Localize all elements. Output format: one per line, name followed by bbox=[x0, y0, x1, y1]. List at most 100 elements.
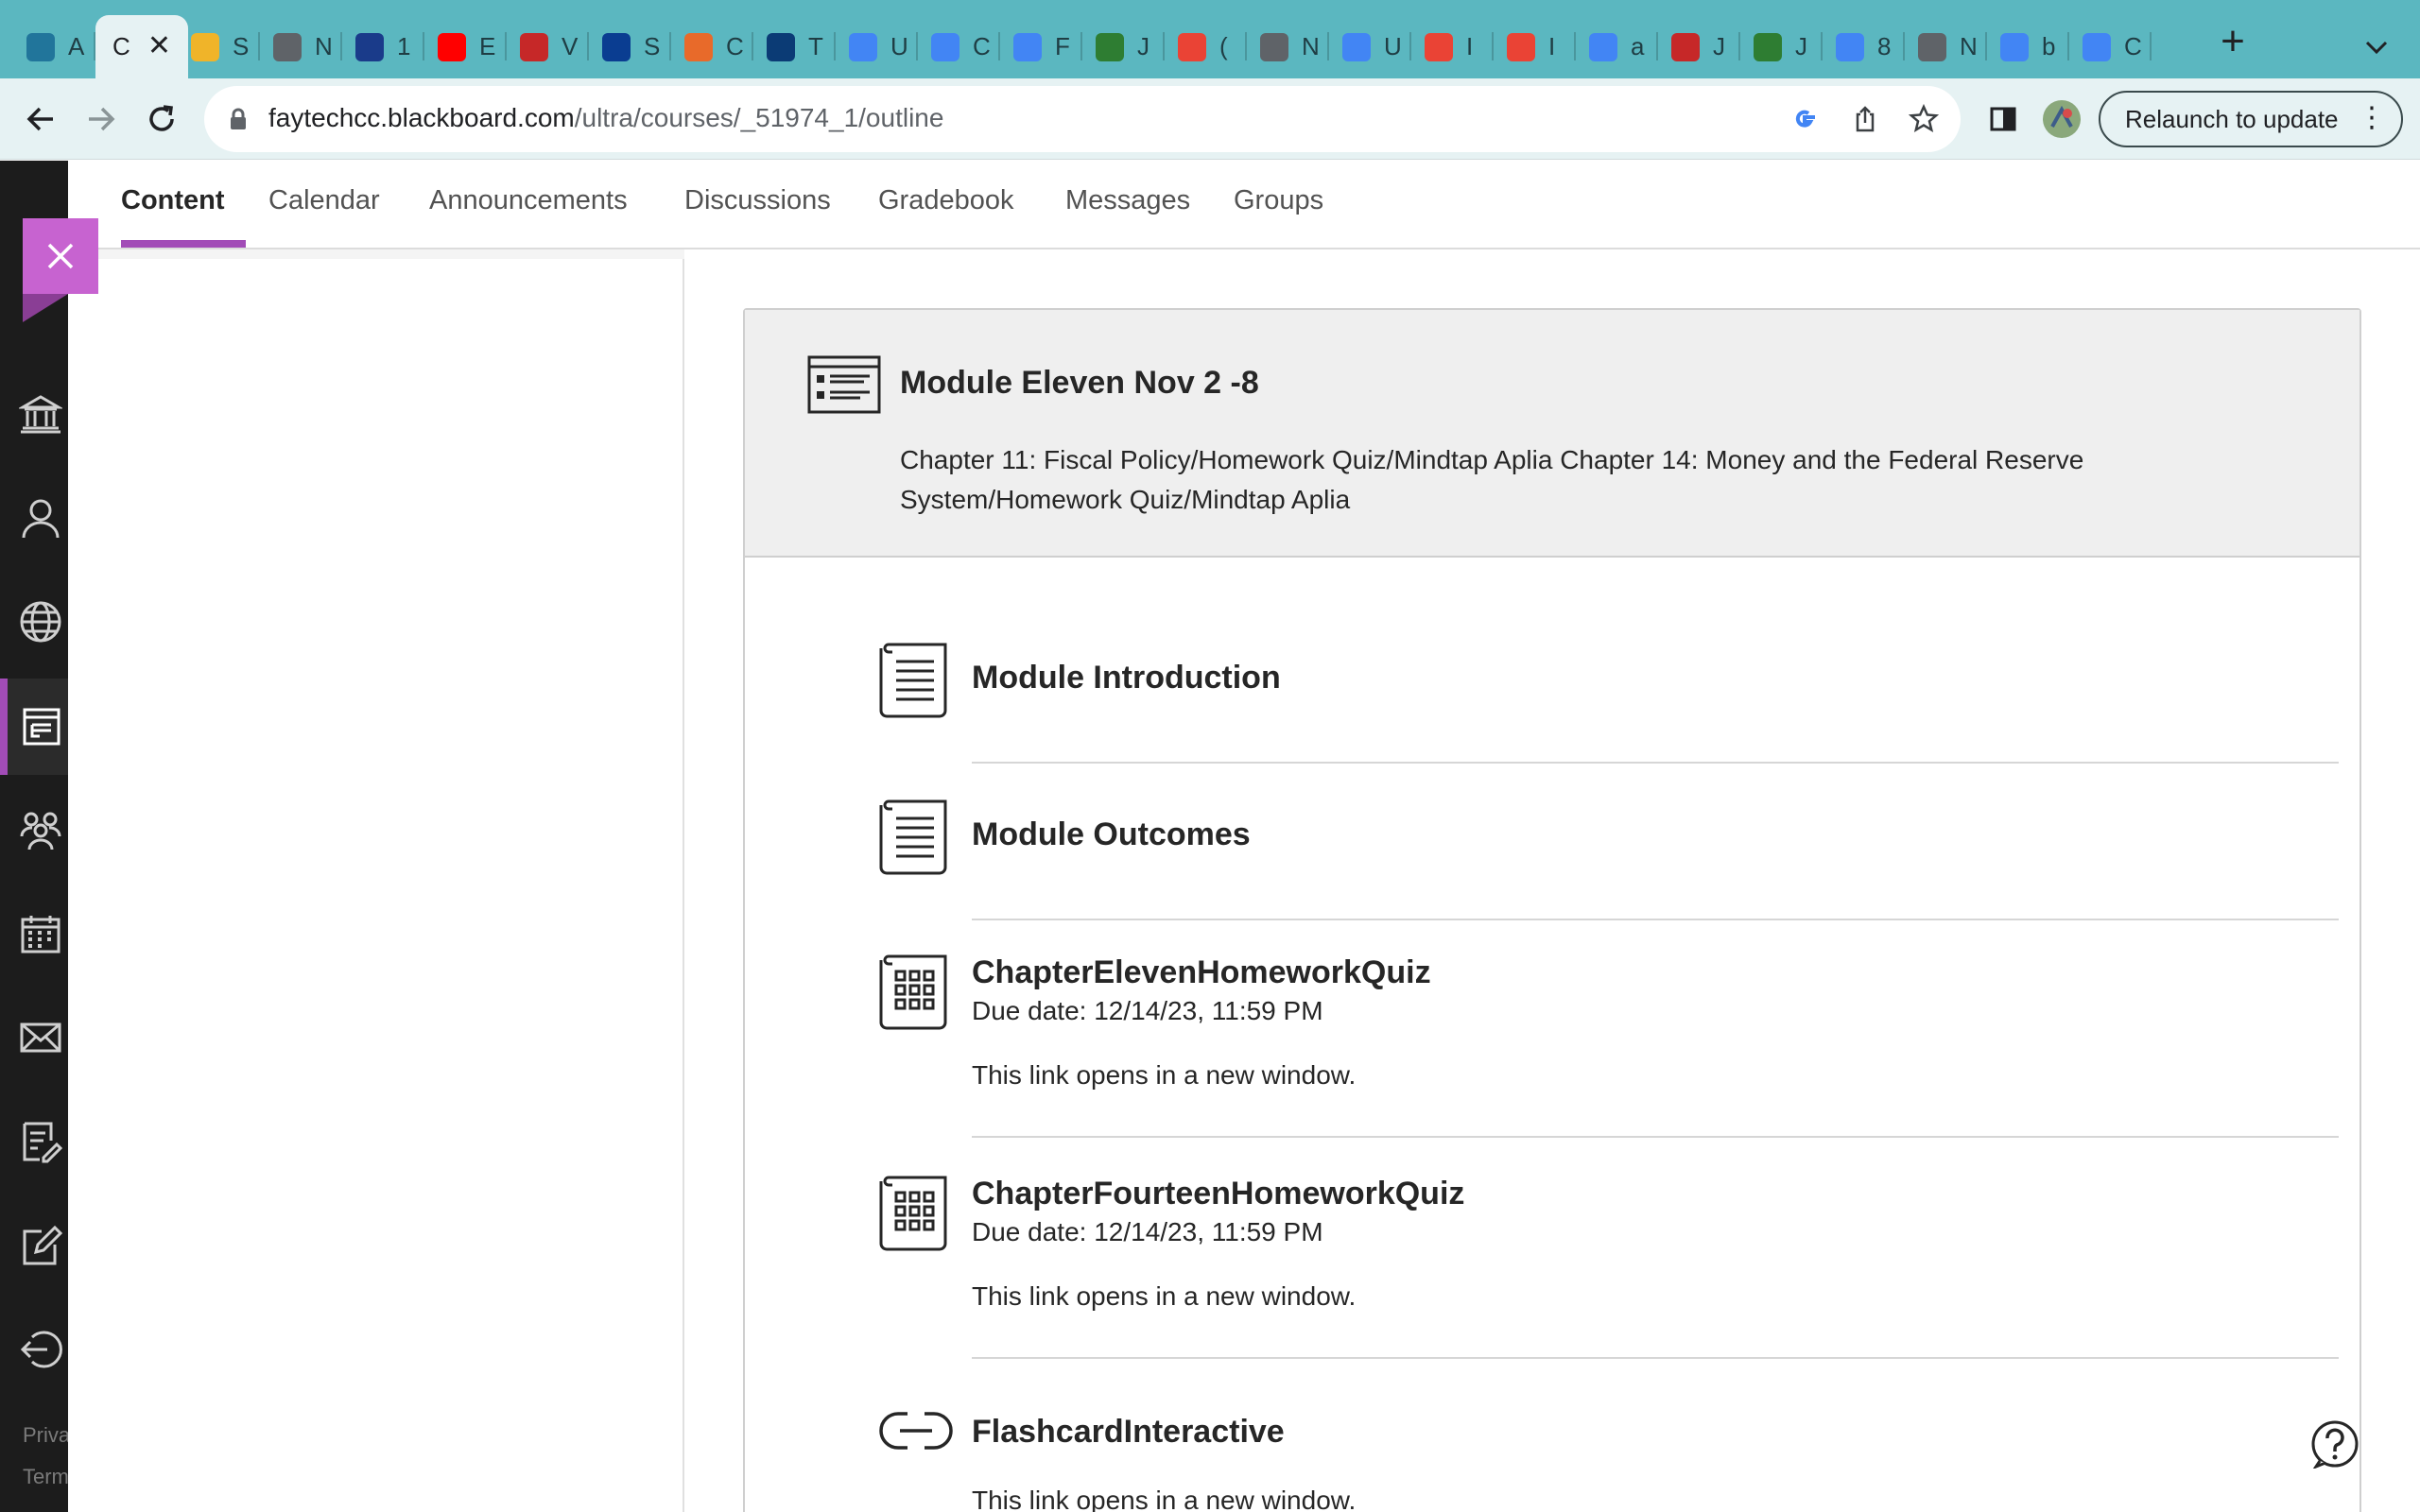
browser-tab[interactable]: 8 bbox=[1823, 15, 1905, 78]
globe-icon[interactable] bbox=[17, 595, 64, 648]
browser-tab[interactable]: C bbox=[2069, 15, 2152, 78]
forward-button[interactable] bbox=[78, 95, 125, 143]
browser-tab[interactable]: I bbox=[1411, 15, 1494, 78]
new-tab-button[interactable]: + bbox=[2212, 21, 2254, 64]
course-details-pane bbox=[68, 249, 684, 1512]
docs-icon bbox=[849, 32, 877, 61]
reload-icon bbox=[149, 105, 174, 131]
gmail-icon bbox=[1425, 32, 1453, 61]
profile-avatar[interactable] bbox=[2038, 95, 2085, 143]
tab-announcements[interactable]: Announcements bbox=[429, 185, 628, 216]
tab-discussions[interactable]: Discussions bbox=[684, 185, 831, 216]
ftcc-icon bbox=[191, 32, 219, 61]
browser-tab[interactable]: N bbox=[1247, 15, 1329, 78]
browser-tab[interactable]: a bbox=[1576, 15, 1658, 78]
institution-icon[interactable] bbox=[17, 387, 64, 440]
docs-icon bbox=[1013, 32, 1042, 61]
item-title[interactable]: Module Outcomes bbox=[972, 816, 1251, 853]
browser-tab[interactable]: J bbox=[1658, 15, 1740, 78]
browser-tab[interactable]: V bbox=[507, 15, 589, 78]
browser-tab[interactable]: C bbox=[918, 15, 1000, 78]
course-navigation: Content Calendar Announcements Discussio… bbox=[68, 161, 2420, 249]
groups-icon[interactable] bbox=[17, 803, 64, 856]
side-panel-icon bbox=[1990, 107, 2016, 131]
relaunch-to-update-button[interactable]: Relaunch to update ⋮ bbox=[2099, 91, 2403, 147]
browser-tab[interactable]: N bbox=[260, 15, 342, 78]
url-text: faytechcc.blackboard.com/ultra/courses/_… bbox=[268, 103, 943, 133]
flag-icon bbox=[1754, 32, 1782, 61]
tab-search-chevron-icon[interactable] bbox=[2358, 28, 2395, 66]
reload-button[interactable] bbox=[138, 95, 185, 143]
tab-calendar[interactable]: Calendar bbox=[268, 185, 380, 216]
browser-tab[interactable]: E bbox=[424, 15, 507, 78]
flag-icon bbox=[1096, 32, 1124, 61]
item-title[interactable]: Module Introduction bbox=[972, 660, 1281, 696]
browser-tab[interactable]: N bbox=[1905, 15, 1987, 78]
browser-tab[interactable]: J bbox=[1740, 15, 1823, 78]
browser-tab[interactable]: F bbox=[1000, 15, 1082, 78]
item-title[interactable]: FlashcardInteractive bbox=[972, 1414, 1285, 1451]
tab-gradebook[interactable]: Gradebook bbox=[878, 185, 1014, 216]
browser-toolbar: faytechcc.blackboard.com/ultra/courses/_… bbox=[0, 78, 2420, 160]
browser-tab[interactable]: A bbox=[13, 15, 95, 78]
module-title[interactable]: Module Eleven Nov 2 -8 bbox=[900, 365, 1259, 402]
close-course-button[interactable] bbox=[23, 218, 98, 322]
browser-tab[interactable]: C bbox=[671, 15, 753, 78]
browser-tab[interactable]: C ✕ bbox=[95, 15, 188, 78]
messages-icon[interactable] bbox=[17, 1011, 64, 1064]
tab-messages[interactable]: Messages bbox=[1065, 185, 1190, 216]
browser-tab[interactable]: T bbox=[753, 15, 836, 78]
stack-icon bbox=[520, 32, 548, 61]
browser-tab[interactable]: ( bbox=[1165, 15, 1247, 78]
item-new-window-note: This link opens in a new window. bbox=[972, 1060, 1357, 1090]
docs-icon bbox=[931, 32, 959, 61]
browser-tab-title: C bbox=[112, 32, 130, 60]
address-bar[interactable]: faytechcc.blackboard.com/ultra/courses/_… bbox=[204, 86, 1961, 152]
circle-logo-icon bbox=[602, 32, 631, 61]
kebab-menu-icon[interactable]: ⋮ bbox=[2358, 104, 2386, 132]
profile-icon[interactable] bbox=[17, 491, 64, 544]
browser-tab-title: U bbox=[890, 32, 908, 60]
privacy-link[interactable]: Priva bbox=[23, 1423, 70, 1448]
browser-tab-title: T bbox=[808, 32, 823, 60]
url-host: faytechcc.blackboard.com bbox=[268, 103, 575, 132]
help-button[interactable] bbox=[2310, 1419, 2360, 1470]
item-due-date: Due date: 12/14/23, 11:59 PM bbox=[972, 1217, 1323, 1246]
sign-out-icon[interactable] bbox=[17, 1323, 64, 1376]
module-header[interactable]: Module Eleven Nov 2 -8 Chapter 11: Fisca… bbox=[745, 310, 2360, 558]
side-panel-button[interactable] bbox=[1979, 95, 2027, 143]
browser-tab[interactable]: U bbox=[1329, 15, 1411, 78]
courses-icon[interactable] bbox=[17, 699, 64, 752]
browser-tab[interactable]: U bbox=[836, 15, 918, 78]
back-button[interactable] bbox=[17, 95, 64, 143]
browser-tab[interactable]: I bbox=[1494, 15, 1576, 78]
active-tab-underline bbox=[121, 240, 246, 248]
tab-content[interactable]: Content bbox=[121, 185, 225, 216]
grades-icon[interactable] bbox=[17, 1115, 64, 1168]
tools-icon[interactable] bbox=[17, 1219, 64, 1272]
google-lens-icon[interactable] bbox=[1789, 103, 1821, 135]
tab-strip: + A C ✕ S N 1 E V S C T U C F J(N U I Ia J J 8 Nb C bbox=[0, 0, 2420, 78]
browser-tab-title: b bbox=[2042, 32, 2056, 60]
docs-icon bbox=[1342, 32, 1371, 61]
browser-tab[interactable]: J bbox=[1082, 15, 1165, 78]
browser-tab[interactable]: b bbox=[1987, 15, 2069, 78]
item-new-window-note: This link opens in a new window. bbox=[972, 1486, 1357, 1512]
browser-tab[interactable]: 1 bbox=[342, 15, 424, 78]
browser-tab-title: I bbox=[1466, 32, 1474, 60]
share-icon[interactable] bbox=[1849, 103, 1881, 135]
item-title[interactable]: ChapterFourteenHomeworkQuiz bbox=[972, 1176, 1464, 1212]
browser-tab[interactable]: S bbox=[589, 15, 671, 78]
profile-avatar-icon bbox=[2043, 100, 2081, 138]
calendar-icon[interactable] bbox=[17, 907, 64, 960]
browser-tab[interactable]: S bbox=[178, 15, 260, 78]
tab-groups[interactable]: Groups bbox=[1234, 185, 1323, 216]
bookmark-star-icon[interactable] bbox=[1908, 103, 1940, 135]
terms-link[interactable]: Term bbox=[23, 1465, 69, 1489]
browser-tab-title: 1 bbox=[397, 32, 411, 60]
item-divider bbox=[972, 1357, 2339, 1359]
chrome-icon bbox=[1918, 32, 1946, 61]
item-title[interactable]: ChapterElevenHomeworkQuiz bbox=[972, 954, 1431, 991]
close-tab-icon[interactable]: ✕ bbox=[147, 32, 171, 60]
browser-tab-title: S bbox=[233, 32, 250, 60]
